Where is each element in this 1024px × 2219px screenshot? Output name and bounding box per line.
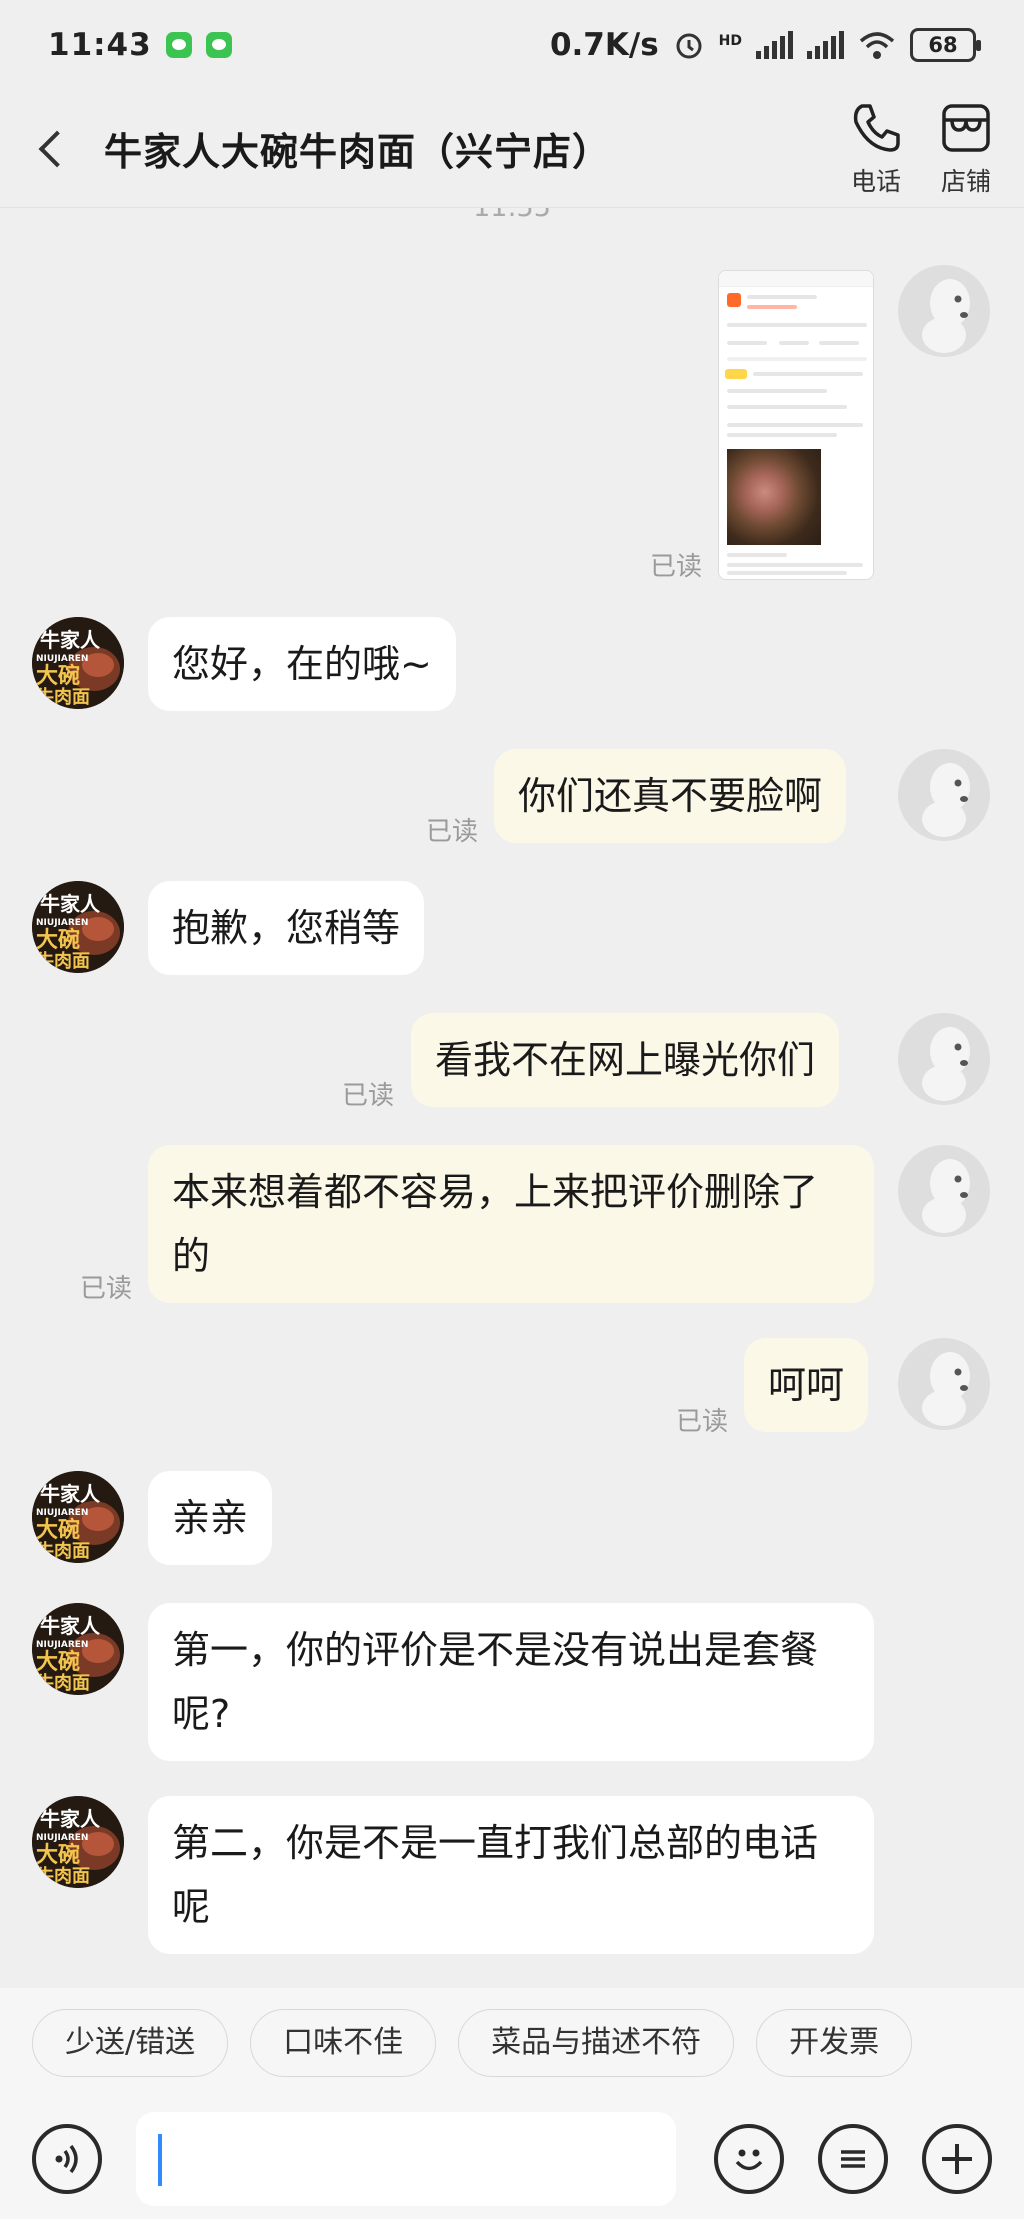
read-receipt: 已读: [676, 1407, 729, 1437]
message-bubble[interactable]: 第二，你是不是一直打我们总部的电话呢: [148, 1796, 874, 1954]
svg-text:NIUJIAREN: NIUJIAREN: [36, 1833, 88, 1843]
user-avatar[interactable]: [898, 749, 990, 841]
read-receipt: 已读: [80, 1274, 133, 1304]
svg-text:牛肉面: 牛肉面: [36, 950, 90, 972]
svg-text:牛家人: 牛家人: [40, 1614, 101, 1638]
message-bubble[interactable]: 第一，你的评价是不是没有说出是套餐呢?: [148, 1603, 874, 1761]
svg-text:牛肉面: 牛肉面: [36, 1865, 90, 1887]
more-button[interactable]: [922, 2123, 992, 2194]
read-receipt: 已读: [426, 817, 479, 847]
svg-text:牛家人: 牛家人: [40, 628, 101, 652]
svg-text:牛肉面: 牛肉面: [36, 686, 90, 708]
shop-avatar[interactable]: 牛家人 NIUJIAREN 大碗 牛肉面: [32, 1603, 124, 1695]
user-avatar[interactable]: [898, 1338, 990, 1430]
svg-text:大碗: 大碗: [36, 1842, 80, 1868]
svg-text:NIUJIAREN: NIUJIAREN: [36, 654, 88, 664]
shop-avatar[interactable]: 牛家人 NIUJIAREN 大碗 牛肉面: [32, 617, 124, 709]
svg-text:牛肉面: 牛肉面: [36, 1672, 90, 1694]
quick-reply-chip[interactable]: 菜品与描述不符: [458, 2009, 735, 2077]
svg-text:NIUJIAREN: NIUJIAREN: [36, 1640, 88, 1650]
message-bubble[interactable]: 看我不在网上曝光你们: [411, 1013, 840, 1107]
wifi-icon: [859, 32, 895, 59]
hd-tag: HD: [718, 33, 742, 49]
message-bubble[interactable]: 你们还真不要脸啊: [494, 749, 847, 843]
wechat-icon: [165, 32, 192, 58]
quick-reply-chip[interactable]: 口味不佳: [250, 2009, 437, 2077]
battery-icon: 68: [910, 28, 981, 62]
message-bubble[interactable]: 本来想着都不容易，上来把评价删除了的: [148, 1145, 874, 1303]
quick-reply-bar: 少送/错送 口味不佳 菜品与描述不符 开发票: [0, 1988, 1024, 2098]
shop-avatar[interactable]: 牛家人 NIUJIAREN 大碗 牛肉面: [32, 881, 124, 973]
read-receipt: 已读: [650, 552, 703, 582]
store-icon: [942, 103, 990, 152]
svg-text:大碗: 大碗: [36, 1517, 80, 1543]
input-bar: [0, 2098, 1024, 2219]
back-arrow-icon[interactable]: [38, 130, 76, 167]
chat-area[interactable]: 已读 牛家人 NIUJIAREN 大碗 牛肉面 您好，在的哦~ 你们还真不要脸啊…: [0, 208, 1024, 1988]
wechat-icon: [205, 32, 232, 58]
alarm-icon: [676, 33, 702, 59]
phone-button[interactable]: 电话: [848, 100, 904, 198]
quick-phrase-button[interactable]: [818, 2123, 888, 2194]
shop-avatar[interactable]: 牛家人 NIUJIAREN 大碗 牛肉面: [32, 1471, 124, 1563]
svg-text:牛家人: 牛家人: [40, 892, 101, 916]
status-bar: 11:43 0.7K/s HD 68: [0, 0, 1024, 90]
phone-label: 电话: [850, 166, 901, 196]
emoji-icon: [735, 2149, 763, 2170]
message-bubble[interactable]: 您好，在的哦~: [148, 617, 456, 711]
user-avatar[interactable]: [898, 1013, 990, 1105]
svg-text:NIUJIAREN: NIUJIAREN: [36, 1508, 88, 1518]
quick-reply-chip[interactable]: 少送/错送: [32, 2009, 229, 2077]
svg-text:大碗: 大碗: [36, 1649, 80, 1675]
read-receipt: 已读: [342, 1081, 395, 1111]
svg-text:牛肉面: 牛肉面: [36, 1540, 90, 1562]
voice-icon: [55, 2144, 78, 2173]
review-screenshot-image[interactable]: [718, 270, 874, 580]
store-label: 店铺: [940, 166, 991, 196]
chat-header: 牛家人大碗牛肉面（兴宁店） 电话 店铺: [0, 90, 1024, 208]
message-bubble[interactable]: 亲亲: [148, 1471, 273, 1565]
quick-reply-chip[interactable]: 开发票: [756, 2009, 913, 2077]
voice-button[interactable]: [32, 2123, 102, 2194]
store-button[interactable]: 店铺: [938, 100, 994, 198]
message-input[interactable]: [136, 2111, 676, 2206]
text-cursor: [158, 2133, 162, 2186]
user-avatar[interactable]: [898, 1145, 990, 1237]
status-time: 11:43: [48, 27, 152, 63]
svg-text:大碗: 大碗: [36, 663, 80, 689]
svg-text:大碗: 大碗: [36, 927, 80, 953]
shop-title: 牛家人大碗牛肉面（兴宁店）: [104, 130, 612, 174]
plus-icon: [942, 2143, 972, 2174]
signal-icon: [756, 31, 793, 59]
user-avatar[interactable]: [898, 265, 990, 357]
message-bubble[interactable]: 抱歉，您稍等: [148, 881, 425, 975]
list-icon: [841, 2149, 865, 2168]
emoji-button[interactable]: [714, 2123, 784, 2194]
svg-text:NIUJIAREN: NIUJIAREN: [36, 918, 88, 928]
svg-text:牛家人: 牛家人: [40, 1807, 101, 1831]
shop-avatar[interactable]: 牛家人 NIUJIAREN 大碗 牛肉面: [32, 1796, 124, 1888]
svg-text:牛家人: 牛家人: [40, 1482, 101, 1506]
network-speed: 0.7K/s: [549, 27, 659, 63]
phone-icon: [853, 103, 900, 152]
signal-icon: [807, 31, 844, 59]
message-bubble[interactable]: 呵呵: [744, 1338, 869, 1432]
